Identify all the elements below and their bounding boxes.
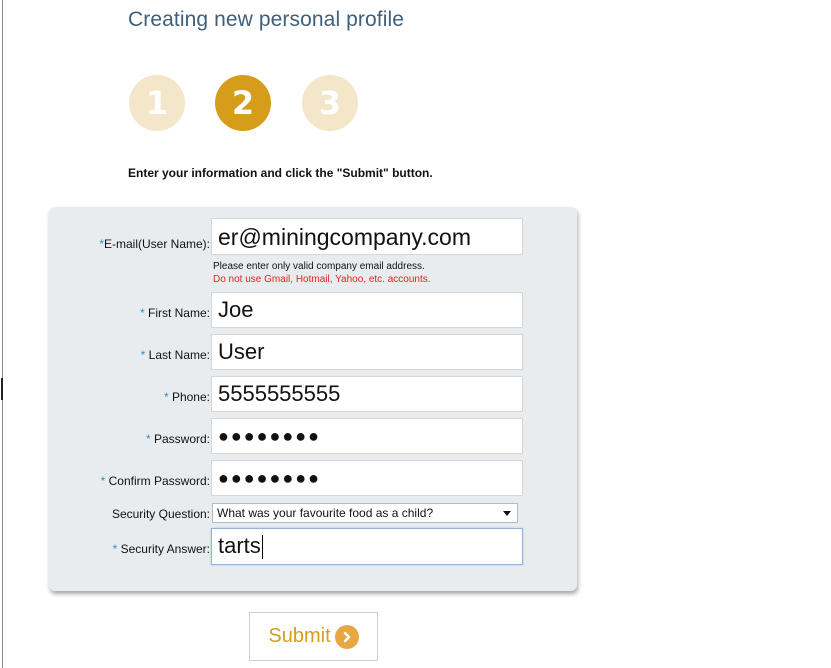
instruction-text: Enter your information and click the "Su… bbox=[128, 166, 433, 180]
first-name-field[interactable]: Joe bbox=[211, 292, 523, 328]
step-3-indicator: 3 bbox=[302, 75, 358, 131]
phone-field[interactable]: 5555555555 bbox=[211, 376, 523, 412]
email-hint: Please enter only valid company email ad… bbox=[213, 261, 425, 272]
required-marker: * bbox=[100, 474, 106, 488]
security-answer-field[interactable]: tarts bbox=[211, 528, 523, 565]
required-marker: * bbox=[145, 432, 151, 446]
confirm-password-field[interactable]: ●●●●●●●● bbox=[211, 460, 523, 496]
submit-button[interactable]: Submit bbox=[249, 612, 378, 661]
password-label: * Password: bbox=[145, 432, 210, 446]
text-caret bbox=[261, 535, 263, 560]
arrow-right-circle-icon bbox=[334, 624, 359, 649]
phone-label: * Phone: bbox=[163, 390, 210, 404]
dropdown-arrow-icon bbox=[503, 511, 511, 516]
required-marker: * bbox=[163, 390, 169, 404]
email-label: *E-mail(User Name): bbox=[99, 237, 210, 251]
security-question-select[interactable]: What was your favourite food as a child? bbox=[212, 503, 518, 523]
required-marker: * bbox=[140, 348, 146, 362]
left-border bbox=[2, 0, 3, 668]
password-field[interactable]: ●●●●●●●● bbox=[211, 418, 523, 454]
email-field[interactable]: er@miningcompany.com bbox=[211, 218, 523, 255]
last-name-field[interactable]: User bbox=[211, 334, 523, 370]
required-marker: * bbox=[112, 542, 118, 556]
left-border-mark bbox=[1, 378, 3, 400]
required-marker: * bbox=[139, 306, 145, 320]
submit-label: Submit bbox=[268, 625, 331, 647]
security-answer-label: * Security Answer: bbox=[112, 542, 210, 556]
step-2-indicator: 2 bbox=[215, 75, 271, 131]
confirm-password-label: * Confirm Password: bbox=[100, 474, 210, 488]
step-1-indicator: 1 bbox=[129, 75, 185, 131]
security-answer-value: tarts bbox=[218, 533, 261, 558]
security-question-label: Security Question: bbox=[111, 507, 210, 521]
last-name-label: * Last Name: bbox=[140, 348, 210, 362]
security-question-value: What was your favourite food as a child? bbox=[217, 506, 434, 520]
email-warning: Do not use Gmail, Hotmail, Yahoo, etc. a… bbox=[213, 274, 431, 285]
page-title: Creating new personal profile bbox=[128, 8, 405, 31]
first-name-label: * First Name: bbox=[139, 306, 210, 320]
